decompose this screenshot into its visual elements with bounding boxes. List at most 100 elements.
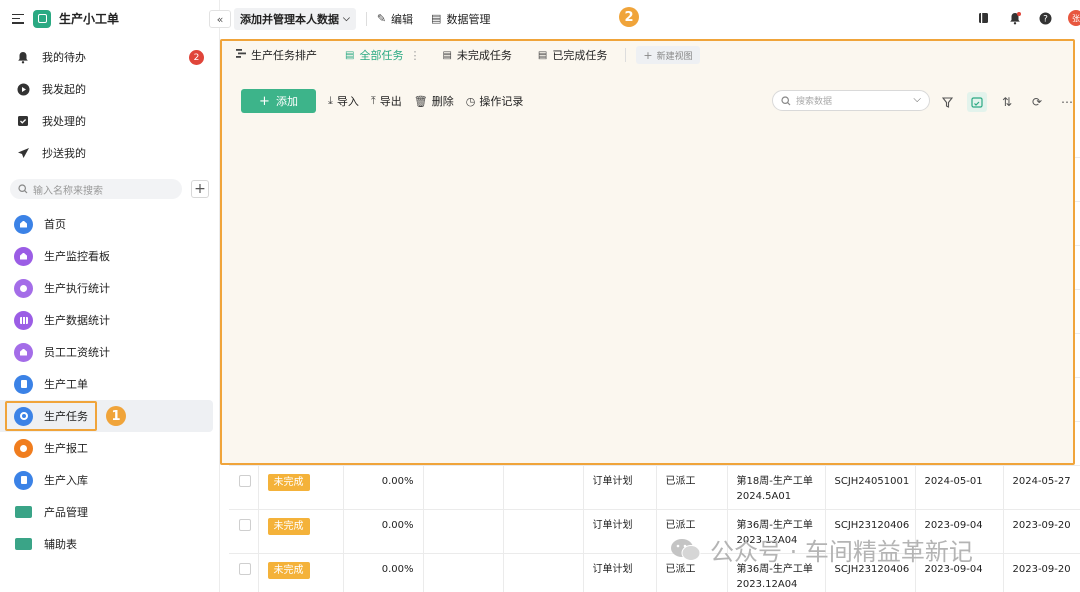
table-cell-wage[interactable] <box>503 553 584 592</box>
row-checkbox[interactable] <box>239 518 251 531</box>
table-cell-tag[interactable]: 订单计划 <box>583 333 657 378</box>
column-header[interactable]: 生产工单名称 <box>727 121 826 158</box>
table-cell-hours[interactable] <box>423 509 504 554</box>
row-checkbox-cell[interactable] <box>229 157 259 202</box>
table-cell-tag[interactable]: 订单计划 <box>583 509 657 554</box>
table-row[interactable]: 未完成 0.00% 订单计划 已派工 第18周-生产工单2024.5A01 SCJH240… <box>229 157 1080 202</box>
column-header[interactable]: 工单标签 <box>583 121 657 158</box>
collapse-sidebar-button[interactable]: « <box>209 10 231 28</box>
table-row[interactable]: 未完成 0.00% 订单计划 已派工 第18周-生产工单2024.5A01 SCJH240… <box>229 421 1080 466</box>
table-cell-status[interactable]: 未完成 <box>258 289 344 334</box>
table-row[interactable]: 未完成 0.00% 订单计划 已派工 第18周-生产工单2024.5A01 SCJH240… <box>229 333 1080 378</box>
table-cell-tag[interactable]: 订单计划 <box>583 377 657 422</box>
data-manage-button[interactable]: ▤ 数据管理 <box>431 11 490 27</box>
select-all-checkbox-cell[interactable] <box>229 121 259 158</box>
table-cell-code[interactable]: SCJH24051001 <box>825 201 916 246</box>
table-cell-code[interactable]: SCJH24051001 <box>825 245 916 290</box>
table-cell-name[interactable]: 第18周-生产工单2024.5A01 <box>727 289 826 334</box>
row-checkbox[interactable] <box>239 386 251 399</box>
row-checkbox-cell[interactable] <box>229 553 259 592</box>
menu-item-execution-stats[interactable]: 生产执行统计 <box>0 272 220 304</box>
table-cell-progress[interactable]: 0.00% <box>343 553 424 592</box>
more-horizontal-icon[interactable]: ⋯ <box>1060 95 1074 109</box>
table-cell-tag[interactable]: 订单计划 <box>583 201 657 246</box>
table-cell-end[interactable]: 2024-05-27 <box>1003 333 1080 378</box>
table-cell-tag[interactable]: 订单计划 <box>583 289 657 334</box>
table-cell-code[interactable]: SCJH24051001 <box>825 377 916 422</box>
row-checkbox-cell[interactable] <box>229 377 259 422</box>
data-search-input[interactable]: 搜索数据 ⌵ <box>772 90 930 111</box>
table-cell-end[interactable]: 2024-06-03 <box>1003 157 1080 202</box>
column-header[interactable]: 生产工单编号 <box>825 121 916 158</box>
tab-unfinished[interactable]: ▤ 未完成任务 <box>440 47 513 63</box>
table-row[interactable]: 未完成 0.00% 订单计划 已派工 第18周-生产工单2024.5A01 SCJH240… <box>229 201 1080 246</box>
table-cell-start[interactable]: 2024-05-11 <box>915 157 1004 202</box>
table-cell-end[interactable]: 2024-05-27 <box>1003 465 1080 510</box>
table-cell-progress[interactable]: 0.00% <box>343 289 424 334</box>
book-icon[interactable] <box>977 12 990 25</box>
menu-item-data-stats[interactable]: 生产数据统计 <box>0 304 220 336</box>
menu-item-work-orders[interactable]: 生产工单 <box>0 368 220 400</box>
menu-item-monitor-board[interactable]: 生产监控看板 <box>0 240 220 272</box>
nav-item-todo[interactable]: 我的待办 2 <box>0 41 219 73</box>
row-checkbox-cell[interactable] <box>229 465 259 510</box>
operation-log-button[interactable]: ◷ 操作记录 <box>466 93 524 109</box>
table-cell-hours[interactable] <box>423 157 504 202</box>
menu-item-aux-tables[interactable]: 辅助表 <box>0 528 220 560</box>
table-cell-start[interactable]: 2024-05-01 <box>915 377 1004 422</box>
table-cell-status[interactable]: 未完成 <box>258 509 344 554</box>
table-cell-state[interactable]: 已派工 <box>656 289 728 334</box>
export-button[interactable]: ⤒ 导出 <box>371 93 402 109</box>
sort-icon[interactable]: ⇅ <box>1000 95 1014 109</box>
table-cell-wage[interactable] <box>503 245 584 290</box>
table-row[interactable]: 未完成 0.00% 订单计划 已派工 第18周-生产工单2024.5A01 SCJH240… <box>229 377 1080 422</box>
table-cell-wage[interactable] <box>503 289 584 334</box>
card-view-icon[interactable] <box>967 92 987 112</box>
nav-item-cc[interactable]: 抄送我的 <box>0 137 219 169</box>
column-header[interactable]: 计划完工日期 <box>1003 121 1080 158</box>
row-checkbox-cell[interactable] <box>229 421 259 466</box>
row-checkbox[interactable] <box>239 298 251 311</box>
table-row[interactable]: 未完成 0.00% 订单计划 已派工 第18周-生产工单2024.5A01 SCJH240… <box>229 289 1080 334</box>
column-header[interactable]: 任务进度 <box>343 121 424 158</box>
table-cell-status[interactable]: 未完成 <box>258 553 344 592</box>
menu-item-products[interactable]: 产品管理 <box>0 496 220 528</box>
table-cell-name[interactable]: 第18周-生产工单2024.5A01 <box>727 465 826 510</box>
row-checkbox-cell[interactable] <box>229 245 259 290</box>
table-cell-progress[interactable]: 0.00% <box>343 421 424 466</box>
table-cell-name[interactable]: 第18周-生产工单2024.5A01 <box>727 245 826 290</box>
table-cell-start[interactable]: 2024-05-01 <box>915 465 1004 510</box>
table-row[interactable]: 未完成 0.00% 订单计划 已派工 第18周-生产工单2024.5A01 SCJH240… <box>229 465 1080 510</box>
column-header[interactable]: 计划开始日期 <box>915 121 1004 158</box>
table-cell-end[interactable]: 2024-06-03 <box>1003 289 1080 334</box>
table-cell-code[interactable]: SCJH24051001 <box>825 289 916 334</box>
row-checkbox-cell[interactable] <box>229 289 259 334</box>
table-cell-progress[interactable]: 0.00% <box>343 509 424 554</box>
table-cell-name[interactable]: 第18周-生产工单2024.5A01 <box>727 421 826 466</box>
table-cell-tag[interactable]: 订单计划 <box>583 465 657 510</box>
column-header[interactable]: 累计工时/h <box>423 121 504 158</box>
table-cell-tag[interactable]: 订单计划 <box>583 421 657 466</box>
row-checkbox[interactable] <box>239 474 251 487</box>
row-checkbox[interactable] <box>239 210 251 223</box>
table-cell-progress[interactable]: 0.00% <box>343 201 424 246</box>
table-cell-code[interactable]: SCJH24051001 <box>825 333 916 378</box>
more-vertical-icon[interactable]: ⋮ <box>409 49 420 62</box>
menu-item-warehousing[interactable]: 生产入库 <box>0 464 220 496</box>
notification-bell-icon[interactable] <box>1008 11 1021 25</box>
row-checkbox[interactable] <box>239 166 251 179</box>
avatar[interactable]: 张 <box>1068 10 1080 26</box>
row-checkbox[interactable] <box>239 430 251 443</box>
menu-icon[interactable] <box>12 13 24 24</box>
row-checkbox[interactable] <box>239 254 251 267</box>
table-cell-status[interactable]: 未完成 <box>258 245 344 290</box>
table-cell-hours[interactable] <box>423 465 504 510</box>
nav-item-handled[interactable]: 我处理的 <box>0 105 219 137</box>
table-cell-progress[interactable]: 0.00% <box>343 157 424 202</box>
add-button[interactable]: + 添加 <box>241 89 316 113</box>
table-cell-status[interactable]: 未完成 <box>258 465 344 510</box>
table-cell-code[interactable]: SCJH24051001 <box>825 421 916 466</box>
edit-button[interactable]: ✎ 编辑 <box>377 11 413 27</box>
column-header[interactable]: 累计工资/元 <box>503 121 584 158</box>
table-cell-code[interactable]: SCJH24051001 <box>825 465 916 510</box>
